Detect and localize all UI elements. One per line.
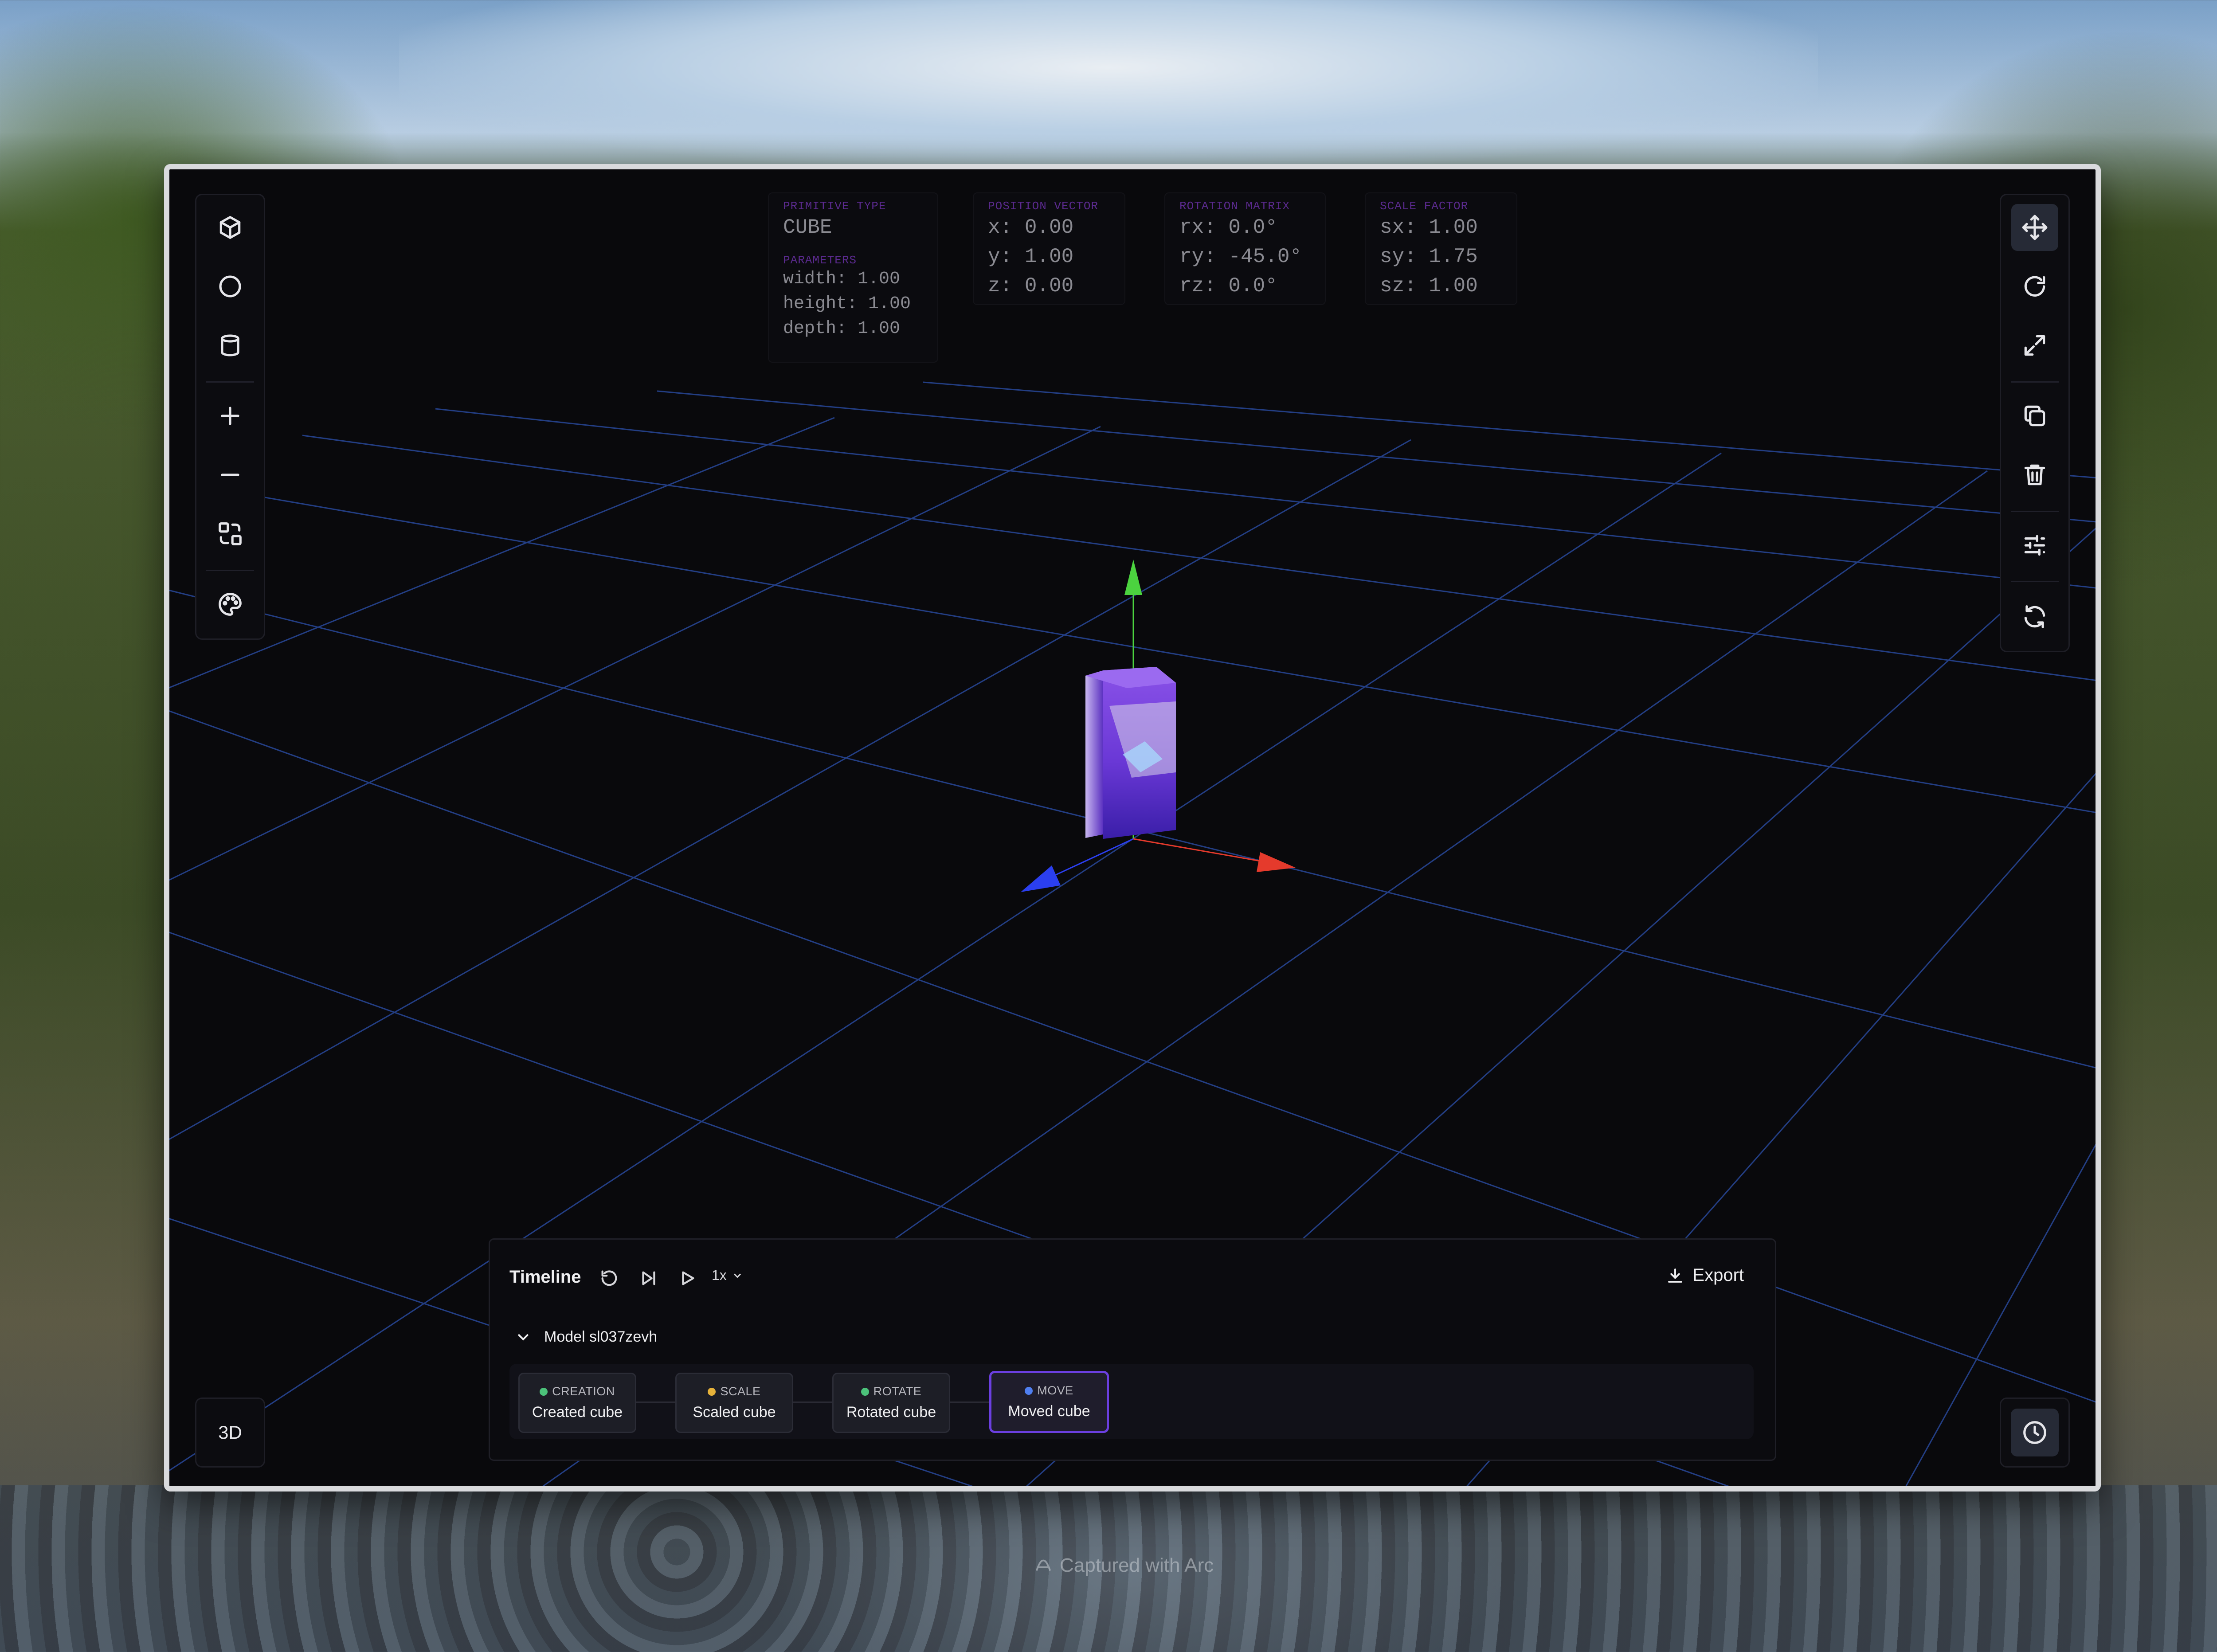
properties-button[interactable] [2011, 522, 2058, 569]
delete-button[interactable] [2011, 451, 2058, 498]
step-tag: ROTATE [873, 1385, 922, 1398]
status-dot [540, 1387, 548, 1396]
step-tag: MOVE [1037, 1384, 1073, 1397]
parameters-label: PARAMETERS [783, 254, 857, 267]
restart-button[interactable] [594, 1263, 625, 1294]
export-button[interactable]: Export [1666, 1265, 1744, 1285]
modeler-window: PRIMITIVE TYPE CUBE PARAMETERS width: 1.… [164, 164, 2101, 1491]
position-x: x: 0.00 [988, 216, 1074, 239]
step-forward-button[interactable] [633, 1263, 664, 1294]
model-name: Model sl037zevh [544, 1328, 658, 1345]
minus-icon [221, 474, 239, 476]
position-label: POSITION VECTOR [988, 200, 1099, 213]
palette-icon [219, 593, 242, 616]
play-icon [682, 1271, 694, 1285]
step-tag: SCALE [720, 1385, 761, 1398]
position-info: POSITION VECTOR x: 0.00 y: 1.00 z: 0.00 [988, 200, 1098, 301]
speed-value: 1x [712, 1267, 727, 1283]
add-cylinder-button[interactable] [207, 322, 254, 369]
cube-object [1085, 667, 1176, 839]
move-icon [2022, 215, 2048, 240]
swap-shapes-button[interactable] [207, 510, 254, 557]
step-name: Moved cube [1008, 1403, 1090, 1420]
scale-tool-button[interactable] [2011, 322, 2058, 369]
scale-label: SCALE FACTOR [1380, 200, 1469, 213]
rotation-y: ry: -45.0° [1179, 245, 1302, 268]
add-button[interactable] [207, 392, 254, 439]
position-z: z: 0.00 [988, 274, 1074, 298]
timeline-step[interactable]: CREATION Created cube [518, 1373, 636, 1433]
chevron-down-icon [733, 1273, 741, 1278]
view-mode-toggle[interactable]: 3D [195, 1398, 265, 1468]
sliders-icon [2024, 535, 2045, 556]
x-axis-arrow [1257, 852, 1296, 872]
timeline-panel: Timeline 1x Export Model sl037zevh CREAT… [489, 1238, 1776, 1461]
reset-button[interactable] [2011, 593, 2058, 640]
cylinder-icon [221, 334, 239, 356]
timeline-step[interactable]: SCALE Scaled cube [675, 1373, 793, 1433]
rotation-label: ROTATION MATRIX [1179, 200, 1290, 213]
model-group-toggle[interactable]: Model sl037zevh [515, 1328, 657, 1346]
param-height: height: 1.00 [783, 294, 911, 314]
rotation-x: rx: 0.0° [1179, 216, 1277, 239]
trash-icon [2024, 464, 2045, 485]
step-name: Scaled cube [693, 1404, 776, 1421]
timeline-track: CREATION Created cube SCALE Scaled cube … [509, 1364, 1754, 1439]
param-depth: depth: 1.00 [783, 319, 901, 339]
play-button[interactable] [672, 1263, 703, 1294]
scale-z: sz: 1.00 [1380, 274, 1478, 298]
material-color-button[interactable] [207, 581, 254, 628]
watermark-text: Captured with Arc [1060, 1554, 1214, 1576]
primitive-type-label: PRIMITIVE TYPE [783, 200, 886, 213]
step-tag: CREATION [552, 1385, 615, 1398]
shapes-swap-icon [219, 522, 242, 545]
sky-background [399, 0, 1818, 168]
sphere-icon [219, 275, 241, 298]
duplicate-button[interactable] [2011, 392, 2058, 439]
refresh-icon [2024, 605, 2045, 628]
y-axis-arrow [1124, 560, 1142, 595]
primitive-info: PRIMITIVE TYPE CUBE PARAMETERS width: 1.… [783, 200, 911, 341]
arc-logo-icon [1035, 1559, 1051, 1571]
timeline-step[interactable]: ROTATE Rotated cube [832, 1373, 950, 1433]
status-dot [861, 1387, 869, 1396]
chevron-down-icon [518, 1334, 529, 1341]
speed-select[interactable]: 1x [712, 1267, 744, 1284]
rotation-info: ROTATION MATRIX rx: 0.0° ry: -45.0° rz: … [1179, 200, 1302, 301]
rotate-tool-button[interactable] [2011, 263, 2058, 310]
scale-icon [2024, 335, 2045, 356]
z-axis-arrow [1021, 865, 1061, 892]
primitives-toolbar [195, 194, 265, 640]
scale-y: sy: 1.75 [1380, 245, 1478, 268]
primitive-type-value: CUBE [783, 216, 832, 239]
param-width: width: 1.00 [783, 269, 901, 289]
rotation-z: rz: 0.0° [1179, 274, 1277, 298]
cube-icon [219, 216, 241, 239]
restart-icon [601, 1270, 617, 1286]
export-label: Export [1692, 1265, 1744, 1285]
plus-icon [221, 407, 239, 425]
timeline-title: Timeline [509, 1267, 581, 1287]
clock-icon [2023, 1421, 2046, 1444]
move-tool-button[interactable] [2011, 204, 2058, 251]
timeline-step-selected[interactable]: MOVE Moved cube [989, 1371, 1109, 1433]
duplicate-icon [2024, 405, 2045, 427]
step-name: Created cube [532, 1404, 623, 1421]
position-y: y: 1.00 [988, 245, 1074, 268]
history-button[interactable] [2000, 1398, 2070, 1468]
scale-info: SCALE FACTOR sx: 1.00 sy: 1.75 sz: 1.00 [1380, 200, 1478, 301]
add-cube-button[interactable] [207, 204, 254, 251]
add-sphere-button[interactable] [207, 263, 254, 310]
transform-toolbar [2000, 194, 2070, 652]
download-icon [1668, 1268, 1683, 1283]
status-dot [708, 1387, 716, 1396]
subtract-button[interactable] [207, 451, 254, 498]
status-dot [1025, 1386, 1033, 1395]
step-name: Rotated cube [846, 1404, 936, 1421]
skip-forward-icon [642, 1271, 655, 1285]
rotate-icon [2024, 276, 2045, 297]
capture-watermark: Captured with Arc [1033, 1554, 1214, 1577]
scale-x: sx: 1.00 [1380, 216, 1478, 239]
